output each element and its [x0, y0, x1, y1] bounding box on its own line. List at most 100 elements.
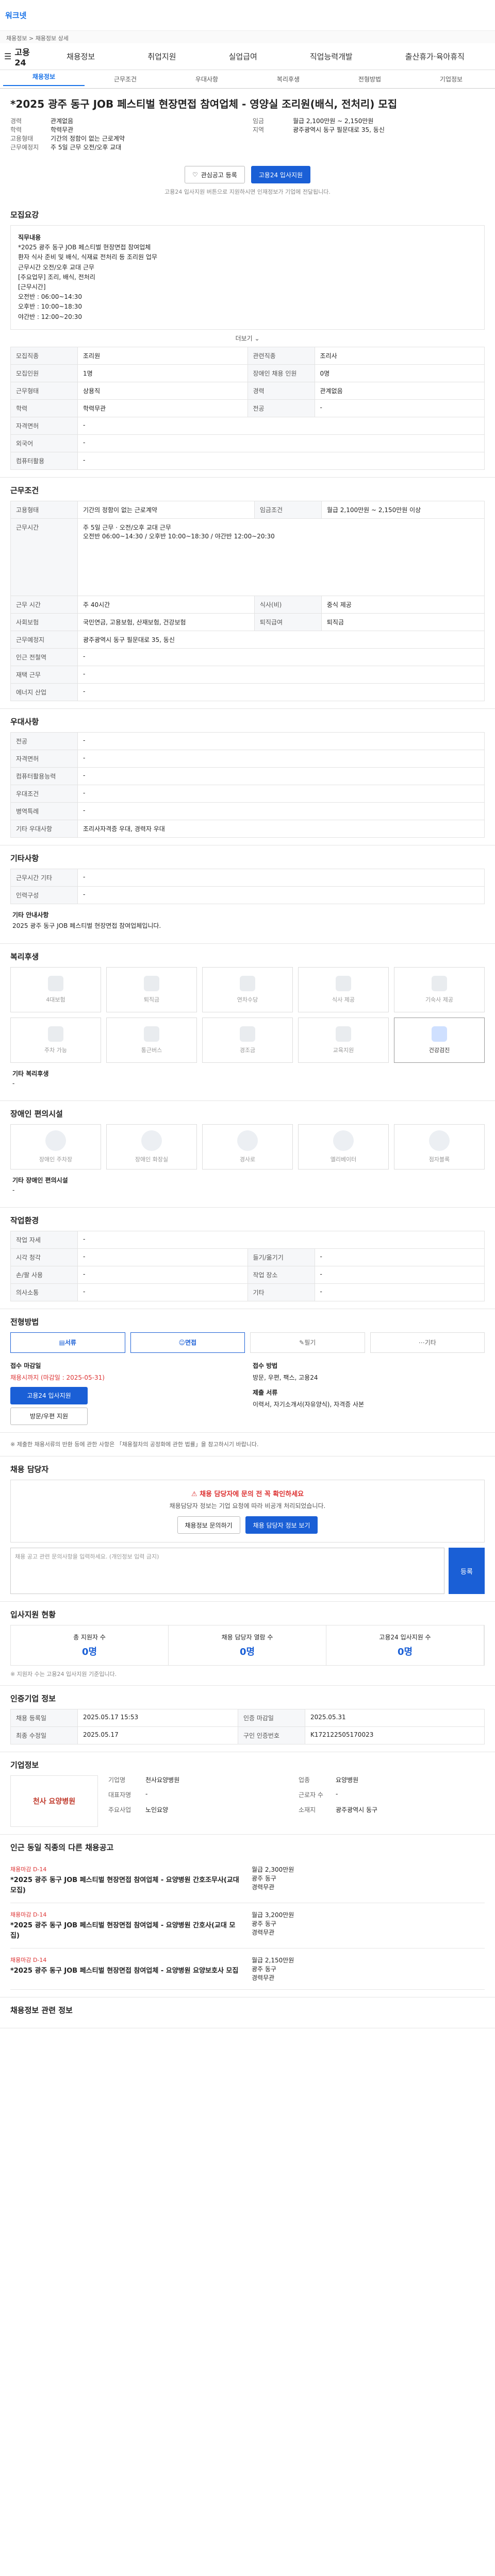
table-value: - [77, 1283, 248, 1301]
apply-right: 접수 방법 방문, 우편, 팩스, 고용24 제출 서류 이력서, 자기소개서(… [253, 1361, 485, 1425]
more-button[interactable]: 더보기 ⌄ [10, 330, 485, 347]
job-summary: 경력 관계없음 학력 학력무관 고용형태 기간의 정함이 없는 근로계약 근무예정지 주… [0, 116, 495, 159]
similar-job-card[interactable]: 채용마감 D-14 *2025 광주 동구 JOB 페스티벌 현장면접 참여업체 … [10, 1948, 485, 1990]
table-row: 근무시간 기타 - [10, 868, 485, 887]
section-title: 모집요강 [10, 210, 39, 219]
tab-preference[interactable]: 우대사항 [166, 75, 248, 83]
section-title: 인증기업 정보 [10, 1694, 56, 1704]
table-value: - [77, 416, 485, 435]
tab-recruit[interactable]: 채용정보 [3, 72, 85, 86]
table-value: 조리사자격증 우대, 경력자 우대 [77, 819, 485, 838]
benefit-item: 식사 제공 [298, 967, 389, 1012]
deadline-tag: 채용마감 D-14 [10, 1866, 47, 1873]
qna-textarea[interactable]: 채용 공고 관련 문의사항을 입력하세요. (개인정보 입력 금지) [10, 1548, 444, 1595]
memo-label: 기타 안내사항 [12, 911, 49, 919]
money-icon [144, 975, 159, 991]
table-row: 근무 시간 주 40시간 식사(비) 중식 제공 [10, 595, 485, 614]
brand[interactable]: 워크넷 [5, 10, 26, 21]
benefit-other-label: 기타 복리후생 [12, 1070, 49, 1077]
table-key: 인근 전철역 [10, 648, 78, 666]
table-key: 사회보험 [10, 613, 78, 631]
gnb-item[interactable]: 출산휴가·육아휴직 [405, 51, 465, 62]
table-row: 재택 근무 - [10, 665, 485, 684]
table-key: 근무시간 기타 [10, 868, 78, 887]
qna-input-row: 채용 공고 관련 문의사항을 입력하세요. (개인정보 입력 금지) 등록 [10, 1548, 485, 1595]
benefit-label: 건강검진 [428, 1046, 450, 1054]
table-key: 채용 등록일 [10, 1709, 78, 1727]
table-key: 근무시간 [10, 518, 78, 596]
bus-icon [144, 1026, 159, 1042]
summary-row: 지역 광주광역시 동구 필문대로 35, 동신 [253, 125, 485, 134]
document-icon: ▤ [59, 1338, 65, 1346]
summary-value: 기간의 정함이 없는 근로계약 [51, 135, 125, 142]
gnb-item[interactable]: 실업급여 [229, 51, 257, 62]
stat-label: 채용 담당자 열람 수 [221, 1634, 273, 1641]
apply-label: 고용24 입사지원 [27, 1392, 71, 1400]
preference-table: 전공 - 자격면허 - 컴퓨터활용능력 - 우대조건 - 병역특례 - 기타 우대사항 조리… [10, 732, 485, 838]
qna-section: 채용 담당자 ⚠ 채용 담당자에 문의 전 꼭 확인하세요 채용담당자 정보는 … [0, 1456, 495, 1602]
similar-job-pay: 월급 2,150만원 [252, 1957, 294, 1964]
stats-section: 입사지원 현황 총 지원자 수 0명 채용 담당자 열람 수 0명 고용24 입사지… [0, 1602, 495, 1686]
similar-job-career: 경력무관 [252, 1974, 275, 1982]
facility-item: 엘리베이터 [298, 1124, 389, 1170]
gnb-item[interactable]: 취업지원 [147, 51, 176, 62]
step-interview: ☺ 면접 [130, 1332, 245, 1353]
legal-notice: ※ 제출한 채용서류의 반환 등에 관한 사항은 「채용절차의 공정화에 관한 … [0, 1433, 495, 1457]
apply-note: 고용24 입사지원 버튼으로 지원하시면 인재정보가 기업에 전달됩니다. [164, 189, 331, 195]
table-row: 고용형태 기간의 정함이 없는 근로계약 임금조건 월급 2,100만원 ~ 2,15… [10, 500, 485, 519]
meal-icon [336, 975, 351, 991]
restroom-icon [141, 1130, 162, 1151]
table-value: 0명 [314, 364, 485, 382]
benefit-label: 식사 제공 [332, 996, 355, 1003]
apply-button[interactable]: 고용24 입사지원 [251, 166, 311, 183]
table-row: 기타 우대사항 조리사자격증 우대, 경력자 우대 [10, 819, 485, 838]
table-value: - [77, 868, 485, 887]
offline-apply-button[interactable]: 방문/우편 지원 [10, 1407, 88, 1425]
gnb-item[interactable]: 채용정보 [67, 51, 95, 62]
table-value: 2025.05.17 15:53 [77, 1709, 238, 1727]
table-key: 컴퓨터활용 [10, 451, 78, 470]
table-row: 시각 청각 - 들기/옮기기 - [10, 1248, 485, 1266]
similar-job-title[interactable]: *2025 광주 동구 JOB 페스티벌 현장면접 참여업체 - 요양병원 간호… [10, 1875, 243, 1895]
tab-conditions[interactable]: 근무조건 [85, 75, 166, 83]
site-logo[interactable]: ☰ 고용24 [4, 45, 40, 67]
table-key: 관련직종 [247, 346, 315, 365]
company-value: 노인요양 [145, 1806, 169, 1814]
tab-selection[interactable]: 전형방법 [329, 75, 410, 83]
contact-view-button[interactable]: 채용 담당자 정보 보기 [245, 1516, 318, 1534]
tab-benefits[interactable]: 복리후생 [248, 75, 329, 83]
table-row: 우대조건 - [10, 784, 485, 803]
table-value: 광주광역시 동구 필문대로 35, 동신 [77, 630, 485, 649]
table-key: 구인 인증번호 [237, 1726, 305, 1745]
similar-job-card[interactable]: 채용마감 D-14 *2025 광주 동구 JOB 페스티벌 현장면접 참여업체 … [10, 1858, 485, 1904]
similar-job-title[interactable]: *2025 광주 동구 JOB 페스티벌 현장면접 참여업체 - 요양병원 요양… [10, 1966, 243, 1976]
gnb-item[interactable]: 직업능력개발 [310, 51, 353, 62]
table-value: - [314, 1265, 485, 1284]
benefit-grid: 4대보험 퇴직금 연차수당 식사 제공 기숙사 제공 주차 가능 통근버스 경조… [10, 967, 485, 1063]
stats-note: ※ 지원자 수는 고용24 입사지원 기준입니다. [10, 1671, 117, 1678]
facility-grid: 장애인 주차장 장애인 화장실 경사로 엘리베이터 점자블록 [10, 1124, 485, 1170]
scrap-button[interactable]: ♡ 관심공고 등록 [184, 166, 245, 183]
table-key: 퇴직급여 [254, 613, 322, 631]
facility-label: 장애인 주차장 [39, 1156, 73, 1163]
similar-job-card[interactable]: 채용마감 D-14 *2025 광주 동구 JOB 페스티벌 현장면접 참여업체 … [10, 1903, 485, 1949]
stat-item: 고용24 입사지원 수 0명 [326, 1625, 484, 1666]
method-title: 접수 방법 [253, 1362, 278, 1369]
table-key: 에너지 산업 [10, 683, 78, 701]
table-value: 월급 2,100만원 ~ 2,150만원 이상 [321, 500, 485, 519]
inquiry-button[interactable]: 채용정보 문의하기 [177, 1516, 240, 1534]
table-key: 전공 [247, 399, 315, 417]
gnb-menu: 채용정보 취업지원 실업급여 직업능력개발 출산휴가·육아휴직 [40, 51, 491, 62]
recruit-table: 모집직종 조리원 관련직종 조리사 모집인원 1명 장애인 채용 인원 0명 근무형태 상용직… [10, 346, 485, 470]
qna-submit-button[interactable]: 등록 [449, 1548, 485, 1595]
apply-button-2[interactable]: 고용24 입사지원 [10, 1386, 88, 1404]
ramp-icon [237, 1130, 258, 1151]
company-row: 소재지 광주광역시 동구 [299, 1805, 485, 1814]
chevron-down-icon: ⌄ [254, 334, 260, 342]
table-value: 1명 [77, 364, 248, 382]
similar-job-title[interactable]: *2025 광주 동구 JOB 페스티벌 현장면접 참여업체 - 요양병원 간호… [10, 1921, 243, 1941]
facility-label: 장애인 화장실 [135, 1156, 169, 1163]
footer-space [0, 2028, 495, 2049]
tab-company[interactable]: 기업정보 [410, 75, 492, 83]
menu-icon[interactable]: ☰ [4, 52, 11, 61]
